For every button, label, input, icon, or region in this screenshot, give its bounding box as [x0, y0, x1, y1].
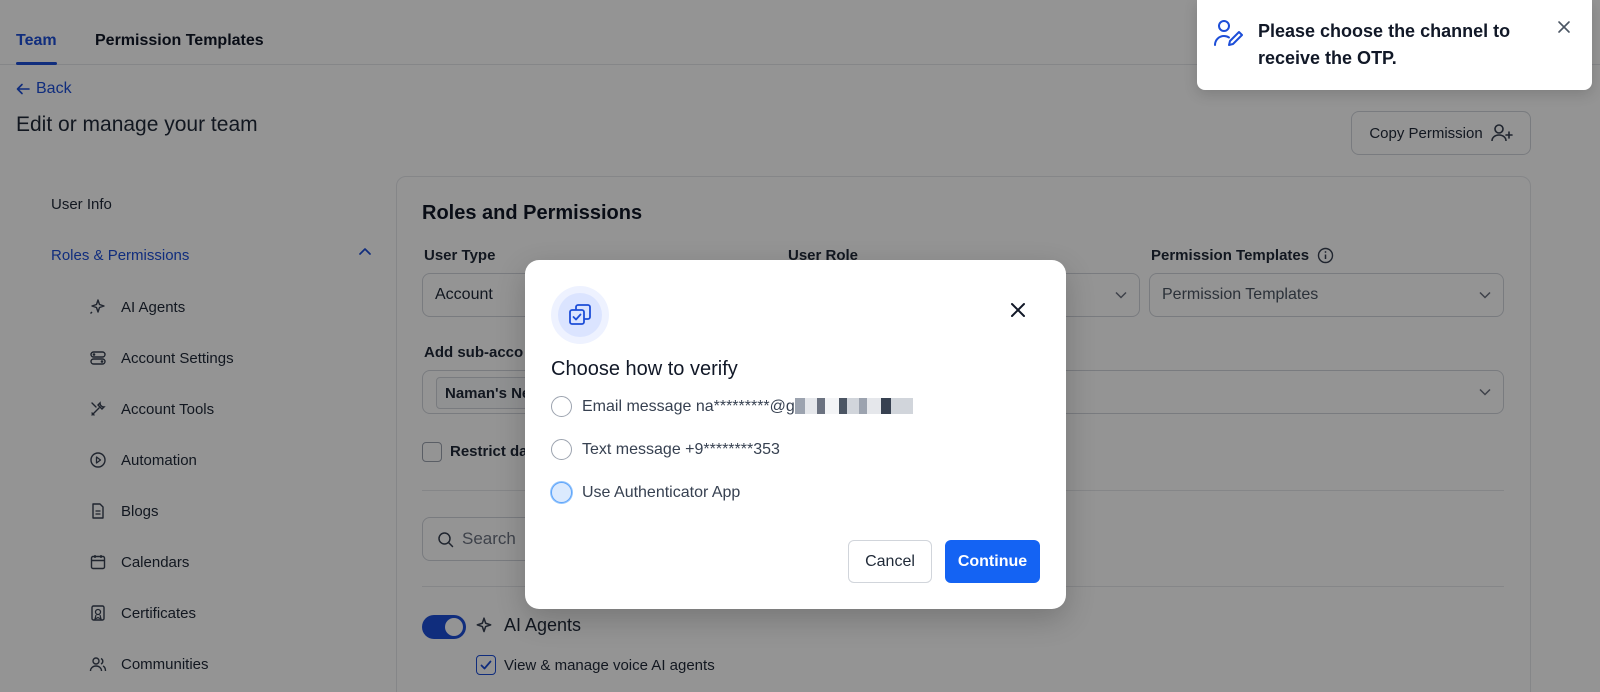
user-edit-icon	[1214, 20, 1243, 46]
copy-check-icon	[569, 304, 591, 325]
email-text: Email message na*********@g	[582, 397, 795, 415]
option-email-label: Email message na*********@g	[582, 398, 913, 416]
modal-title: Choose how to verify	[551, 358, 738, 380]
redacted-block	[794, 398, 913, 415]
otp-toast: Please choose the channel to receive the…	[1197, 0, 1592, 90]
verify-modal: Choose how to verify Email message na***…	[525, 260, 1066, 609]
close-icon[interactable]	[1010, 302, 1026, 318]
toast-message: Please choose the channel to receive the…	[1258, 21, 1511, 68]
option-text-message[interactable]: Text message +9********353	[551, 439, 780, 460]
close-icon[interactable]	[1557, 20, 1571, 34]
option-text-label: Text message +9********353	[582, 440, 780, 458]
radio-email[interactable]	[551, 396, 572, 417]
option-email[interactable]: Email message na*********@g	[551, 396, 913, 417]
option-authenticator-label: Use Authenticator App	[582, 483, 741, 501]
continue-button[interactable]: Continue	[945, 540, 1040, 583]
cancel-button[interactable]: Cancel	[848, 540, 932, 583]
modal-icon-inner	[558, 293, 602, 337]
radio-text-message[interactable]	[551, 439, 572, 460]
option-authenticator[interactable]: Use Authenticator App	[551, 482, 740, 503]
modal-icon-badge	[551, 286, 609, 344]
radio-authenticator[interactable]	[551, 482, 572, 503]
